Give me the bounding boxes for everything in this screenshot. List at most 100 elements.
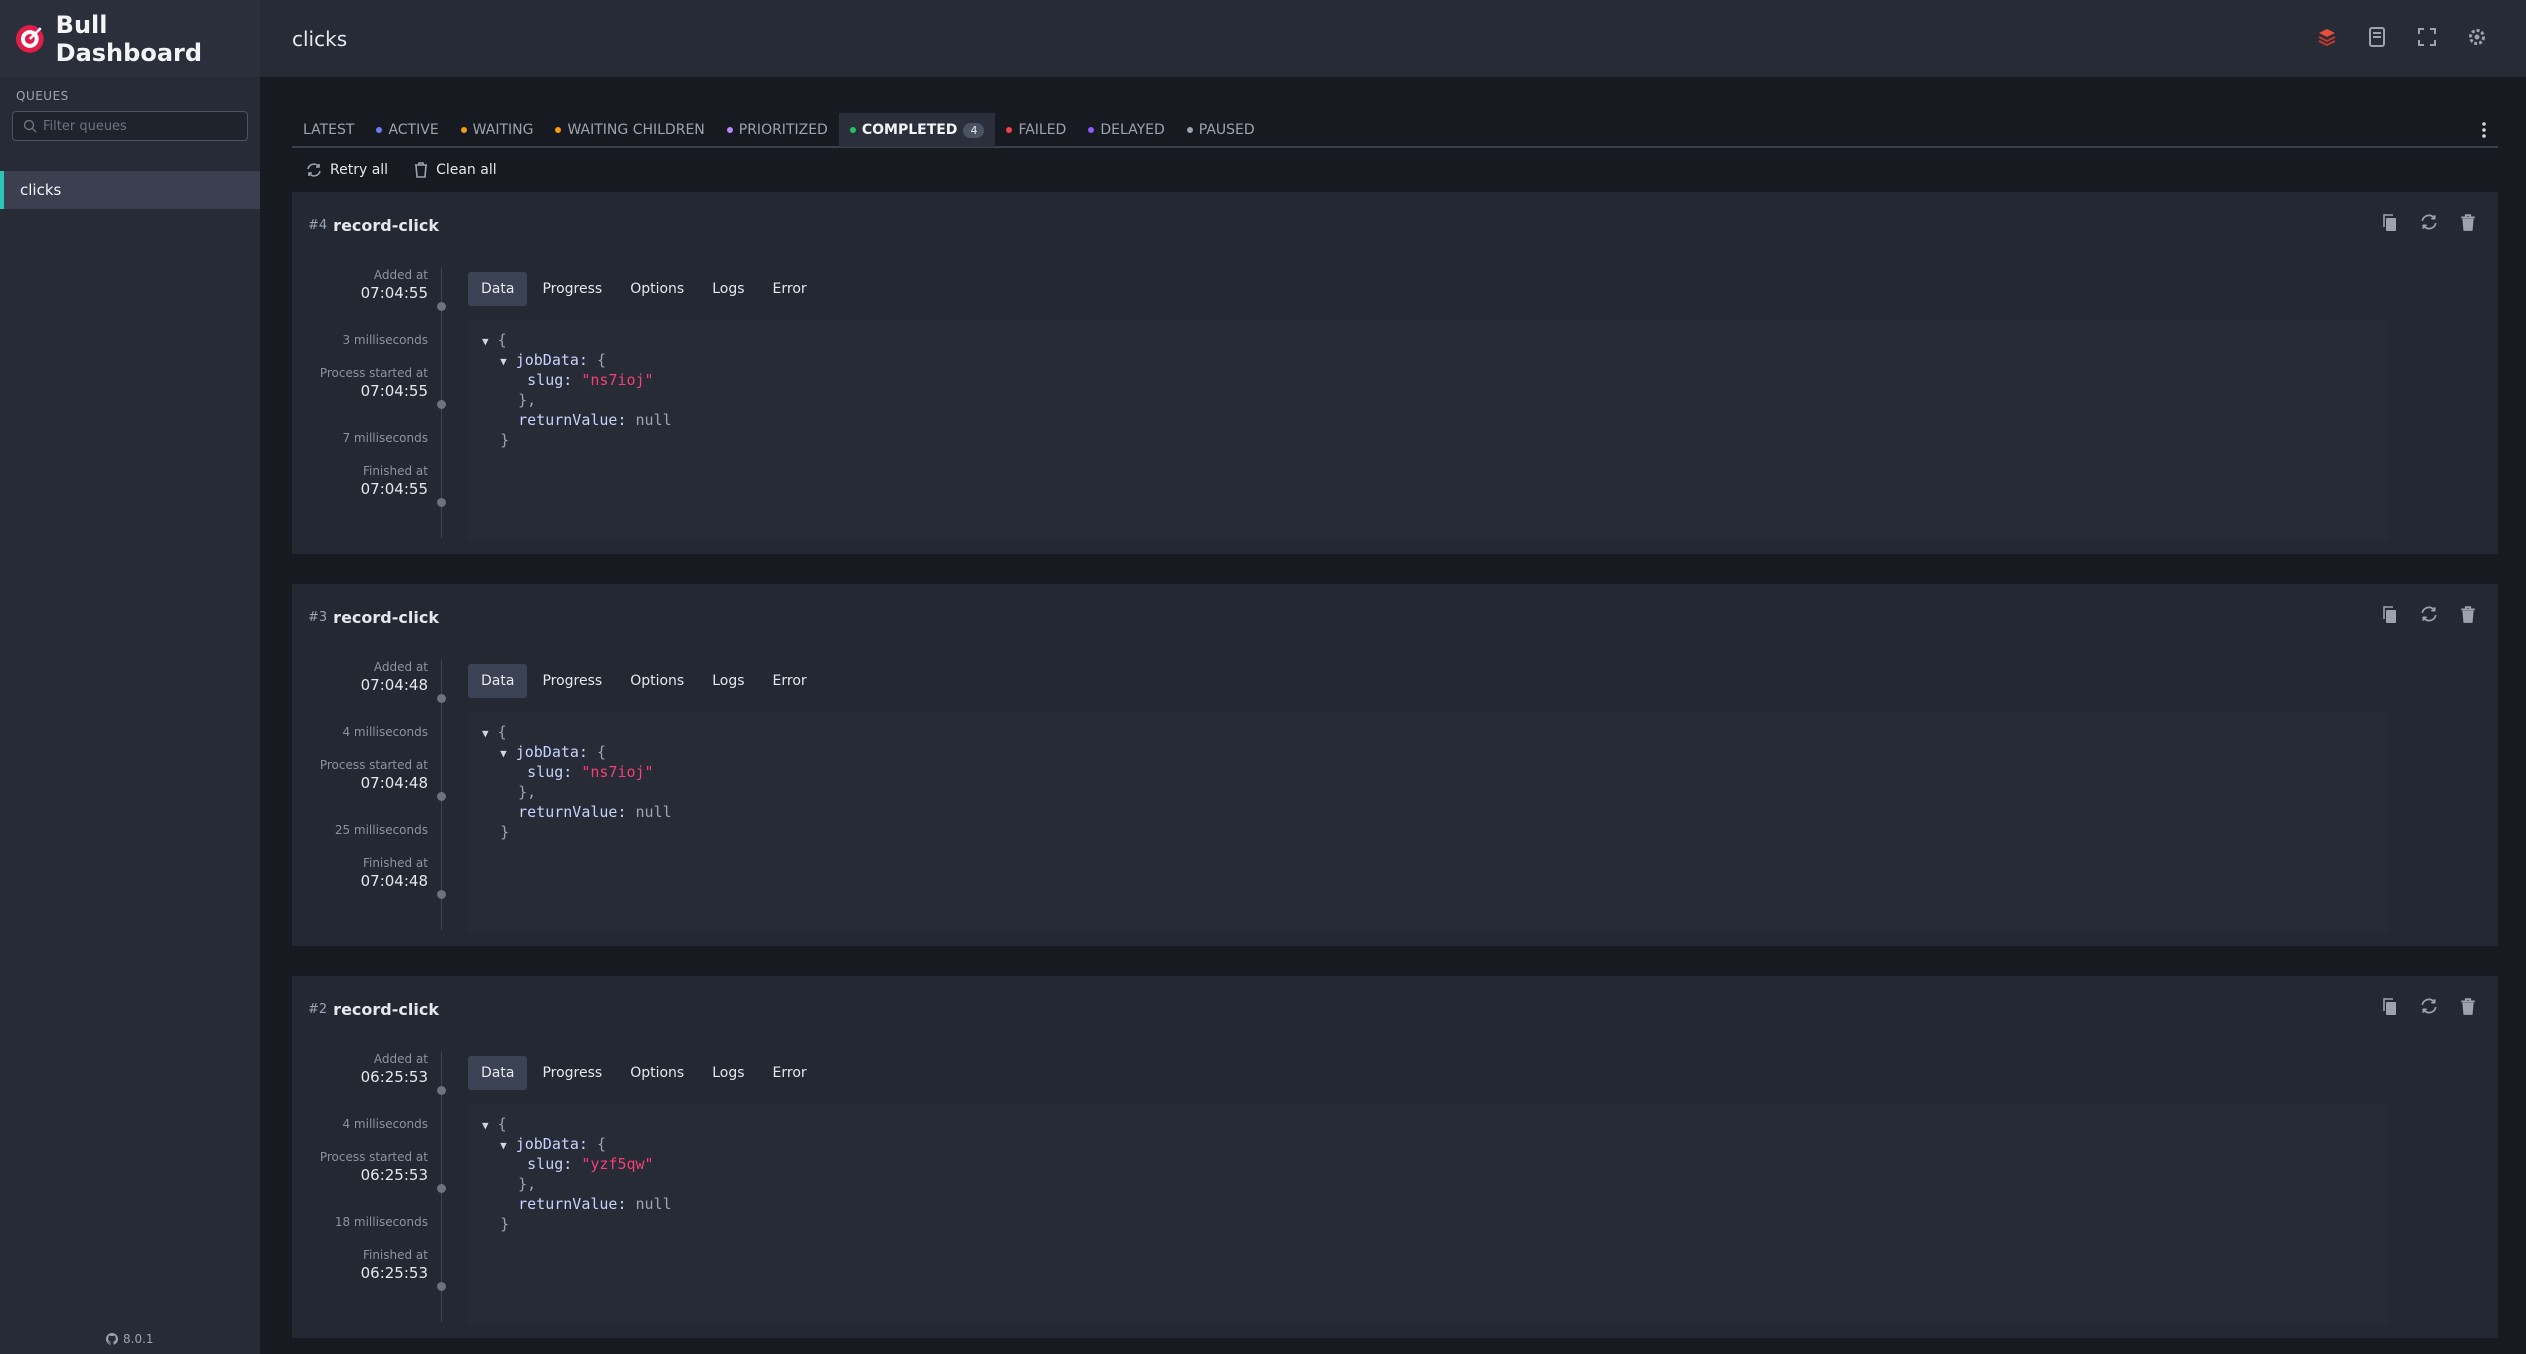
tab-latest[interactable]: LATEST (292, 113, 365, 147)
copy-icon[interactable] (2382, 214, 2398, 236)
status-dot (1088, 127, 1095, 133)
page-title: clicks (292, 26, 348, 51)
tab-progress[interactable]: Progress (529, 272, 615, 306)
started-at-entry: Process started at 07:04:55 (320, 366, 428, 400)
job-timeline: Added at 07:04:48 4 milliseconds Process… (292, 660, 446, 930)
top-header: clicks (260, 0, 2526, 77)
copy-icon[interactable] (2382, 998, 2398, 1020)
wait-duration: 4 milliseconds (342, 1117, 428, 1131)
job-card: #3 record-click Added at 07:04:48 4 mill… (292, 584, 2498, 946)
docs-icon[interactable] (2364, 24, 2390, 50)
tab-label: COMPLETED (861, 122, 958, 138)
json-key: slug: (527, 1155, 573, 1173)
retry-job-icon[interactable] (2420, 214, 2438, 236)
search-icon (23, 119, 37, 133)
tab-delayed[interactable]: DELAYED (1077, 113, 1175, 147)
collapse-caret-icon[interactable]: ▼ (482, 1119, 489, 1132)
tab-error[interactable]: Error (760, 1056, 820, 1090)
tab-options[interactable]: Options (617, 272, 697, 306)
tab-completed[interactable]: COMPLETED 4 (838, 113, 996, 147)
json-key: jobData: (515, 1135, 588, 1153)
tab-failed[interactable]: FAILED (995, 113, 1077, 147)
added-at-entry: Added at 07:04:48 (361, 660, 428, 694)
json-null-value: null (635, 1195, 672, 1213)
status-dot (1006, 127, 1013, 133)
fullscreen-icon[interactable] (2414, 24, 2440, 50)
tab-data[interactable]: Data (468, 1056, 528, 1090)
tab-logs[interactable]: Logs (699, 272, 757, 306)
status-dot (376, 127, 383, 133)
github-icon (106, 1333, 118, 1345)
timeline-dot (437, 302, 446, 311)
job-id: #4 (308, 217, 328, 233)
finished-at-label: Finished at (362, 856, 428, 870)
job-card: #4 record-click Added at 07:04:55 3 mill… (292, 192, 2498, 554)
json-key: returnValue: (518, 411, 627, 429)
tab-data[interactable]: Data (468, 272, 528, 306)
added-at-time: 07:04:55 (360, 284, 428, 302)
tab-progress[interactable]: Progress (529, 664, 615, 698)
tab-options[interactable]: Options (617, 664, 697, 698)
delete-icon[interactable] (2460, 606, 2476, 628)
job-data-viewer: ▼ { ▼ jobData: { slug: "ns7ioj" }, retur… (468, 320, 2388, 540)
count-badge: 4 (963, 122, 985, 138)
tab-label: PRIORITIZED (738, 122, 828, 138)
filter-queues-field[interactable] (12, 111, 248, 141)
queue-item-clicks[interactable]: clicks (0, 171, 260, 209)
filter-queues-input[interactable] (43, 118, 243, 134)
collapse-caret-icon[interactable]: ▼ (500, 355, 507, 368)
tab-error[interactable]: Error (760, 272, 820, 306)
delete-icon[interactable] (2460, 214, 2476, 236)
tab-prioritized[interactable]: PRIORITIZED (716, 113, 839, 147)
json-key: slug: (527, 763, 573, 781)
job-detail-tabs: Data Progress Options Logs Error (468, 1056, 820, 1090)
job-actions (2382, 998, 2476, 1020)
tab-waiting-children[interactable]: WAITING CHILDREN (544, 113, 715, 147)
json-null-value: null (635, 411, 672, 429)
added-at-time: 07:04:48 (360, 676, 428, 694)
job-id: #2 (308, 1001, 328, 1017)
json-key: jobData: (515, 743, 588, 761)
tab-paused[interactable]: PAUSED (1176, 113, 1266, 147)
settings-gear-icon[interactable] (2464, 24, 2490, 50)
tab-data[interactable]: Data (468, 664, 528, 698)
tab-options[interactable]: Options (617, 1056, 697, 1090)
json-key: returnValue: (518, 803, 627, 821)
job-list: #4 record-click Added at 07:04:55 3 mill… (292, 192, 2498, 1338)
clean-all-button[interactable]: Clean all (414, 162, 497, 178)
retry-job-icon[interactable] (2420, 606, 2438, 628)
retry-job-icon[interactable] (2420, 998, 2438, 1020)
tab-error[interactable]: Error (760, 664, 820, 698)
timeline-dot (437, 1282, 446, 1291)
redis-icon[interactable] (2314, 24, 2340, 50)
clean-all-label: Clean all (436, 162, 497, 178)
tab-waiting[interactable]: WAITING (450, 113, 545, 147)
json-string-value: "ns7ioj" (581, 763, 654, 781)
tab-logs[interactable]: Logs (699, 1056, 757, 1090)
tab-progress[interactable]: Progress (529, 1056, 615, 1090)
copy-icon[interactable] (2382, 606, 2398, 628)
tab-label: PAUSED (1198, 122, 1255, 138)
finished-at-label: Finished at (362, 464, 428, 478)
collapse-caret-icon[interactable]: ▼ (482, 335, 489, 348)
tab-active[interactable]: ACTIVE (365, 113, 449, 147)
version-link[interactable]: 8.0.1 (106, 1332, 154, 1346)
job-id: #3 (308, 609, 328, 625)
run-duration: 18 milliseconds (334, 1215, 428, 1229)
retry-all-button[interactable]: Retry all (306, 162, 388, 178)
more-options-icon[interactable] (2482, 122, 2486, 142)
timeline-dot (437, 792, 446, 801)
job-card: #2 record-click Added at 06:25:53 4 mill… (292, 976, 2498, 1338)
brand[interactable]: Bull Dashboard (0, 0, 260, 77)
delete-icon[interactable] (2460, 998, 2476, 1020)
collapse-caret-icon[interactable]: ▼ (482, 727, 489, 740)
started-at-entry: Process started at 07:04:48 (320, 758, 428, 792)
job-name: record-click (333, 215, 439, 235)
job-data-viewer: ▼ { ▼ jobData: { slug: "yzf5qw" }, retur… (468, 1104, 2388, 1324)
retry-icon (307, 163, 321, 177)
collapse-caret-icon[interactable]: ▼ (500, 747, 507, 760)
timeline-dot (437, 694, 446, 703)
tab-logs[interactable]: Logs (699, 664, 757, 698)
collapse-caret-icon[interactable]: ▼ (500, 1139, 507, 1152)
timeline-dot (437, 400, 446, 409)
